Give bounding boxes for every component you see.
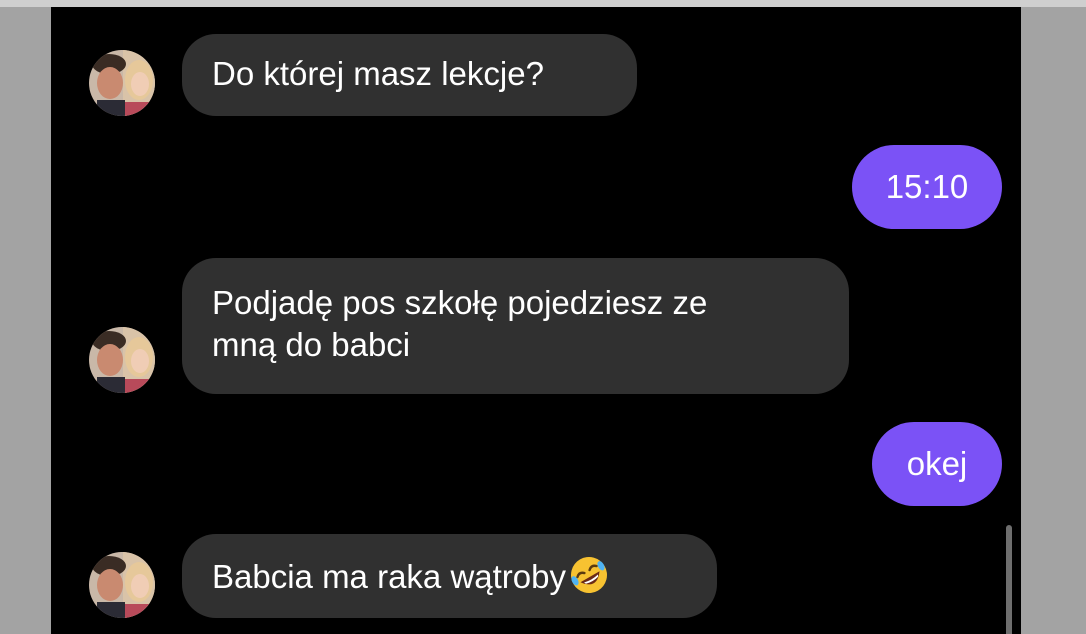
message-text: Babcia ma raka wątroby [212, 558, 566, 595]
message-bubble-incoming[interactable]: Do której masz lekcje? [182, 34, 637, 116]
message-bubble-incoming[interactable]: Podjadę pos szkołę pojedziesz ze mną do … [182, 258, 849, 394]
avatar-photo-icon [89, 327, 155, 393]
message-text-line: Podjadę pos szkołę pojedziesz ze [212, 284, 708, 321]
message-text: Do której masz lekcje? [212, 55, 544, 92]
contact-avatar[interactable] [89, 50, 155, 116]
message-bubble-outgoing[interactable]: 15:10 [852, 145, 1002, 229]
right-margin [1021, 7, 1086, 634]
chat-thread[interactable]: Do której masz lekcje? 15:10 Podjadę pos… [51, 7, 1021, 634]
left-margin [0, 7, 51, 634]
message-text: 15:10 [885, 168, 969, 205]
contact-avatar[interactable] [89, 552, 155, 618]
message-text: okej [906, 445, 968, 482]
contact-avatar[interactable] [89, 327, 155, 393]
rolling-on-the-floor-laughing-emoji-icon [571, 557, 607, 593]
message-text-line: mną do babci [212, 326, 411, 363]
top-edge [0, 0, 1086, 7]
message-bubble-outgoing[interactable]: okej [872, 422, 1002, 506]
avatar-photo-icon [89, 50, 155, 116]
message-bubble-incoming[interactable]: Babcia ma raka wątroby [182, 534, 717, 618]
scrollbar[interactable] [1006, 525, 1012, 634]
avatar-photo-icon [89, 552, 155, 618]
